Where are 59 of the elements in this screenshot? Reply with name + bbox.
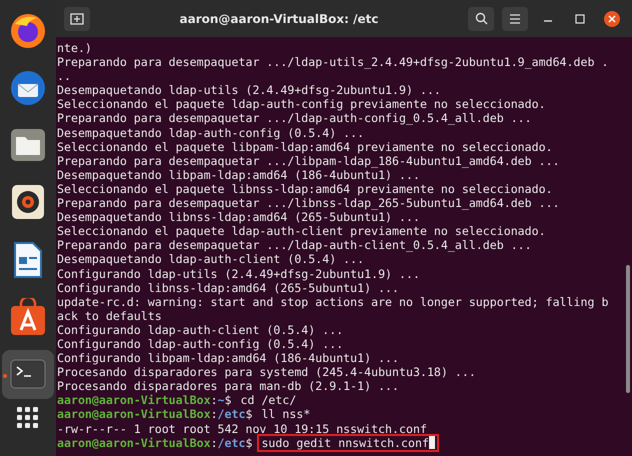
prompt-separator: :: [210, 407, 218, 422]
output-line: Seleccionando el paquete ldap-auth-config previamente no seleccionado.: [57, 97, 546, 112]
prompt-separator: :: [210, 436, 218, 450]
output-line: Desempaquetando ldap-auth-client (0.5.4) ...: [57, 252, 364, 266]
output-line: Configurando ldap-utils (2.4.49+dfsg-2ubuntu1.9) ...: [57, 266, 420, 280]
output-line: ..: [57, 69, 71, 84]
speaker-icon: [11, 184, 45, 220]
scrollbar[interactable]: [626, 265, 630, 393]
app-grid-icon[interactable]: [17, 407, 39, 429]
prompt-path: /etc: [218, 407, 246, 422]
running-indicator-icon: [3, 374, 7, 378]
command-text: sudo gedit nnswitch.conf: [259, 436, 437, 450]
shopping-bag-icon: [10, 298, 46, 336]
prompt-user: aaron@aaron-VirtualBox: [57, 436, 211, 450]
output-line: Configurando ldap-auth-config (0.5.4) ...: [57, 336, 344, 351]
new-tab-icon: [70, 12, 84, 24]
command-text: cd /etc/: [240, 393, 298, 408]
output-line: Procesando disparadores para systemd (245.4-4ubuntu3.18) ...: [57, 365, 476, 380]
document-icon: [13, 240, 43, 279]
output-line: Preparando para desempaquetar .../ldap-auth-config_0.5.4_all.deb ...: [57, 111, 532, 126]
search-icon: [474, 12, 488, 25]
prompt-separator: :: [210, 393, 218, 408]
prompt-user: aaron@aaron-VirtualBox: [57, 393, 211, 408]
output-line: Preparando para desempaquetar .../libpam-ldap_186-4ubuntu1_amd64.deb ...: [57, 154, 560, 168]
output-line: Desempaquetando libpam-ldap:amd64 (186-4ubuntu1) ...: [57, 168, 420, 182]
output-line: update-rc.d: warning: start and stop actions are no longer supported; falling b: [57, 294, 608, 309]
menu-icon: [509, 14, 521, 24]
prompt-sign: $: [245, 407, 252, 422]
output-line: nte.): [57, 41, 92, 55]
output-line: Seleccionando el paquete libnss-ldap:amd64 previamente no seleccionado.: [57, 182, 553, 196]
fox-globe-icon: [9, 12, 47, 50]
output-line: Seleccionando el paquete libpam-ldap:amd64 previamente no seleccionado.: [57, 140, 553, 154]
prompt-path: /etc: [218, 436, 246, 450]
output-line: Configurando libpam-ldap:amd64 (186-4ubuntu1) ...: [57, 351, 400, 366]
window-title: aaron@aaron-VirtualBox: /etc: [178, 12, 380, 26]
bird-envelope-icon: [9, 68, 47, 107]
output-line: Desempaquetando ldap-auth-config (0.5.4) ...: [57, 126, 364, 140]
output-line: Preparando para desempaquetar .../ldap-utils_2.4.49+dfsg-2ubuntu1.9_amd64.deb .: [57, 55, 608, 70]
command-text: ll nss*: [260, 407, 312, 422]
output-line: Seleccionando el paquete ldap-auth-client previamente no seleccionado.: [57, 224, 546, 238]
output-line: ack to defaults: [57, 308, 162, 323]
folder-icon: [10, 128, 46, 162]
prompt-path: ~: [218, 393, 225, 408]
output-line: Desempaquetando ldap-utils (2.4.49+dfsg-2ubuntu1.9) ...: [57, 83, 441, 98]
prompt-sign: $: [245, 436, 252, 450]
output-line: Preparando para desempaquetar .../ldap-auth-client_0.5.4_all.deb ...: [57, 238, 532, 252]
output-line: Configurando ldap-auth-client (0.5.4) ...: [57, 322, 344, 337]
output-line: Preparando para desempaquetar .../libnss-ldap_265-5ubuntu1_amd64.deb ...: [57, 196, 560, 210]
prompt-sign: $: [224, 393, 232, 408]
terminal-icon: [10, 359, 46, 390]
cursor-icon: [428, 436, 435, 449]
prompt-user: aaron@aaron-VirtualBox: [57, 407, 211, 422]
output-line: Configurando libnss-ldap:amd64 (265-5ubuntu1) ...: [57, 280, 400, 295]
output-line: Procesando disparadores para man-db (2.9.1-1) ...: [57, 379, 400, 394]
output-line: Desempaquetando libnss-ldap:amd64 (265-5ubuntu1) ...: [57, 210, 420, 224]
output-line: -rw-r--r-- 1 root root 542 nov 10 19:15 nsswitch.conf: [57, 422, 427, 436]
new-tab-button[interactable]: [64, 6, 90, 30]
search-button[interactable]: [468, 6, 494, 30]
menu-button[interactable]: [502, 6, 528, 30]
